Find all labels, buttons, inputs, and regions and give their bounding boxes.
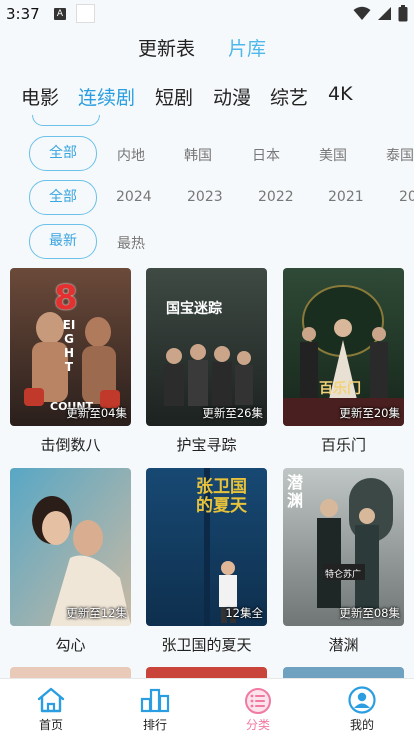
filter-year-option[interactable]: 2021 [328,189,364,205]
filter-sort-option[interactable]: 最热 [117,233,145,253]
nav-profile[interactable]: 我的 [322,679,402,737]
status-bar: 3:37 A [0,0,414,30]
nav-category-label: 分类 [245,718,270,732]
media-title[interactable]: 勾心 [10,634,131,655]
episode-badge: 更新至12集 [66,606,127,620]
poster-number-mark: 8 [54,278,78,318]
content-grid: 8 EIGHT COUNT 更新至04集 击倒数八 国宝迷踪 更新至26集 护宝… [0,268,414,678]
poster[interactable]: 8 EIGHT COUNT 更新至04集 [10,268,131,426]
poster-partial[interactable] [146,667,267,678]
poster-title-art: 潜渊 [287,473,304,510]
filter-region-option[interactable]: 韩国 [184,145,212,165]
filter-year-option[interactable]: 2024 [116,189,152,205]
category-icon [245,688,271,714]
poster[interactable]: 特仑苏广 潜渊 更新至08集 [283,468,404,626]
nav-ranking[interactable]: 排行 [115,679,195,737]
episode-badge: 更新至20集 [339,406,400,420]
profile-icon [348,686,376,714]
filter-year-option[interactable]: 2022 [258,189,294,205]
nav-category[interactable]: 分类 [218,679,298,737]
poster-art [146,268,267,426]
media-title[interactable]: 百乐门 [283,434,404,455]
nav-home[interactable]: 首页 [11,679,91,737]
tab-update-schedule[interactable]: 更新表 [138,34,195,61]
filter-region-selected[interactable]: 全部 [29,136,97,171]
media-title[interactable]: 击倒数八 [10,434,131,455]
filter-sort-selected[interactable]: 最新 [29,224,97,259]
media-card[interactable]: 百乐门 更新至20集 百乐门 [283,268,404,455]
top-tabs: 更新表 片库 [0,34,414,64]
category-series[interactable]: 连续剧 [78,83,135,110]
notification-badge-icon: A [54,8,66,20]
media-title[interactable]: 潜渊 [283,634,404,655]
notification-square-icon [76,4,95,23]
poster-art [10,468,131,626]
filter-panel: 全部 内地 韩国 日本 美国 泰国 全部 2024 2023 2022 2021… [0,115,414,263]
media-card[interactable]: 8 EIGHT COUNT 更新至04集 击倒数八 [10,268,131,455]
nav-ranking-label: 排行 [142,718,167,732]
poster-title-art: 国宝迷踪 [166,301,222,317]
filter-row-year: 全部 2024 2023 2022 2021 2020 [0,180,414,216]
tab-library[interactable]: 片库 [228,34,266,61]
poster-title-art: 百乐门 [319,381,361,397]
media-title[interactable]: 张卫国的夏天 [146,634,267,655]
status-time: 3:37 [6,5,40,23]
poster-partial[interactable] [10,667,131,678]
episode-badge: 更新至08集 [339,606,400,620]
filter-region-option[interactable]: 内地 [117,145,145,165]
poster[interactable]: 更新至12集 [10,468,131,626]
filter-year-option[interactable]: 2023 [187,189,223,205]
wifi-icon [353,6,371,20]
media-card[interactable]: 更新至12集 勾心 [10,468,131,655]
poster-vertical-text: EIGHT [62,318,76,374]
category-tabs: 电影 连续剧 短剧 动漫 综艺 4K [0,83,414,113]
media-card[interactable]: 特仑苏广 潜渊 更新至08集 潜渊 [283,468,404,655]
bottom-nav: 首页 排行 分类 我的 [0,678,414,737]
ranking-icon [140,688,170,713]
category-variety[interactable]: 综艺 [270,83,308,110]
media-card[interactable]: 国宝迷踪 更新至26集 护宝寻踪 [146,268,267,455]
media-card[interactable]: 张卫国的夏天 12集全 张卫国的夏天 [146,468,267,655]
media-title[interactable]: 护宝寻踪 [146,434,267,455]
filter-row-sort: 最新 最热 [0,224,414,260]
status-icons [353,5,408,22]
episode-badge: 12集全 [225,606,263,620]
category-4k[interactable]: 4K [328,83,353,105]
filter-year-selected[interactable]: 全部 [29,180,97,215]
filter-region-option[interactable]: 美国 [319,145,347,165]
episode-badge: 更新至26集 [202,406,263,420]
poster-art [283,268,404,426]
poster-title-art: 张卫国的夏天 [196,477,247,516]
category-anime[interactable]: 动漫 [213,83,251,110]
home-icon [37,687,65,713]
battery-icon [398,5,408,22]
category-movie[interactable]: 电影 [21,83,59,110]
nav-home-label: 首页 [38,718,63,732]
poster[interactable]: 国宝迷踪 更新至26集 [146,268,267,426]
poster[interactable]: 百乐门 更新至20集 [283,268,404,426]
filter-region-option[interactable]: 泰国 [386,145,414,165]
poster-partial[interactable] [283,667,404,678]
filter-year-option[interactable]: 2020 [399,189,414,205]
filter-pill-partial [32,115,100,126]
filter-row-region: 全部 内地 韩国 日本 美国 泰国 [0,136,414,172]
nav-profile-label: 我的 [349,718,374,732]
episode-badge: 更新至04集 [66,406,127,420]
filter-region-option[interactable]: 日本 [252,145,280,165]
category-short-drama[interactable]: 短剧 [155,83,193,110]
poster[interactable]: 张卫国的夏天 12集全 [146,468,267,626]
signal-icon [378,7,391,20]
poster-sign-text: 特仑苏广 [325,570,362,580]
